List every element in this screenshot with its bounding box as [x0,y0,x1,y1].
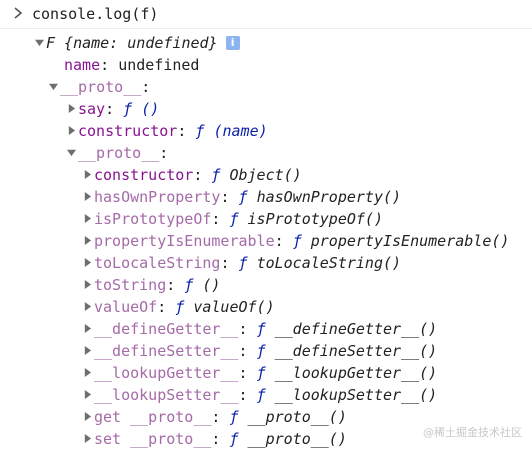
function-glyph: ƒ [175,298,185,316]
inner-proto-item-key: valueOf [94,298,158,316]
inner-proto-item-key: __lookupSetter__ [94,386,239,404]
inner-proto-item-key: __lookupGetter__ [94,364,239,382]
inner-proto-item-row[interactable]: __defineSetter__: ƒ __defineSetter__() [82,340,437,362]
inner-proto-item-row[interactable]: toString: ƒ () [82,274,220,296]
triangle-right-icon[interactable] [82,340,94,362]
inner-proto-item-row[interactable]: isPrototypeOf: ƒ isPrototypeOf() [82,208,383,230]
inner-proto-item-key: constructor [94,166,194,184]
triangle-down-icon[interactable] [66,142,78,164]
inner-proto-item-key: __defineSetter__ [94,342,239,360]
inner-proto-item-key: toString [94,276,167,294]
inner-proto-item-row[interactable]: __lookupSetter__: ƒ __lookupSetter__() [82,384,437,406]
inner-proto-item-row[interactable]: __defineGetter__: ƒ __defineGetter__() [82,318,437,340]
inner-proto-item-key: propertyIsEnumerable [94,232,275,250]
triangle-right-icon[interactable] [82,384,94,406]
proto-item-row[interactable]: say: ƒ () [66,98,159,120]
inner-proto-item-key: hasOwnProperty [94,188,221,206]
info-icon[interactable]: i [225,35,240,50]
inner-proto-item-value: toLocaleString() [256,254,402,272]
inner-proto-item-row[interactable]: constructor: ƒ Object() [82,164,302,186]
inner-proto-item-value: Object() [229,166,302,184]
triangle-down-icon[interactable] [48,76,60,98]
inner-proto-item-value: hasOwnProperty() [256,188,402,206]
inner-proto-item-value: __lookupGetter__() [274,364,438,382]
triangle-right-icon[interactable] [66,120,78,142]
inner-proto-row[interactable]: __proto__: [66,142,168,164]
inner-proto-item-row[interactable]: valueOf: ƒ valueOf() [82,296,275,318]
triangle-down-icon[interactable] [34,32,46,54]
inner-proto-item-value: __lookupSetter__() [274,386,438,404]
property-row: name: undefined [64,56,200,74]
proto-item-key: constructor [78,122,178,140]
triangle-right-icon[interactable] [82,362,94,384]
inner-proto-item-value: __proto__() [247,430,347,448]
property-value: undefined [118,56,200,74]
function-glyph: ƒ [229,430,239,448]
function-glyph: ƒ [229,408,239,426]
triangle-right-icon[interactable] [82,186,94,208]
proto-row[interactable]: __proto__: [48,76,150,98]
inner-proto-item-key: isPrototypeOf [94,210,212,228]
triangle-right-icon[interactable] [82,318,94,340]
property-key: name [64,56,101,74]
inner-proto-item-value: __defineGetter__() [274,320,438,338]
object-summary-row[interactable]: F {name: undefined} i [34,32,240,54]
inner-proto-item-key: get __proto__ [94,408,212,426]
triangle-right-icon[interactable] [82,428,94,450]
console-command: console.log(f) [32,5,159,23]
triangle-right-icon[interactable] [82,296,94,318]
triangle-right-icon[interactable] [82,274,94,296]
triangle-right-icon[interactable] [66,98,78,120]
triangle-right-icon[interactable] [82,230,94,252]
chevron-right-icon [14,7,23,19]
inner-proto-item-value: () [202,276,221,294]
function-glyph: ƒ [256,342,266,360]
function-glyph: ƒ [256,386,266,404]
inner-proto-item-key: __defineGetter__ [94,320,239,338]
proto-item-row[interactable]: constructor: ƒ (name) [66,120,268,142]
watermark: @稀土掘金技术社区 [423,426,522,439]
inner-proto-item-value: propertyIsEnumerable() [310,232,510,250]
inner-proto-item-row[interactable]: get __proto__: ƒ __proto__() [82,406,347,428]
function-glyph: ƒ [256,320,266,338]
function-glyph: ƒ [229,210,239,228]
inner-proto-item-row[interactable]: hasOwnProperty: ƒ hasOwnProperty() [82,186,401,208]
triangle-right-icon[interactable] [82,164,94,186]
proto-item-key: say [78,100,106,118]
triangle-right-icon[interactable] [82,252,94,274]
inner-proto-item-key: set __proto__ [94,430,212,448]
inner-proto-item-value: valueOf() [193,298,275,316]
inner-proto-item-value: __proto__() [247,408,347,426]
inner-proto-item-row[interactable]: __lookupGetter__: ƒ __lookupGetter__() [82,362,437,384]
function-glyph: ƒ [238,254,248,272]
proto-key: __proto__ [60,78,142,96]
inner-proto-item-value: __defineSetter__() [274,342,438,360]
function-glyph: ƒ [184,276,194,294]
function-glyph: ƒ [292,232,302,250]
function-glyph: ƒ [256,364,266,382]
inner-proto-item-row[interactable]: propertyIsEnumerable: ƒ propertyIsEnumer… [82,230,509,252]
inner-proto-item-row[interactable]: set __proto__: ƒ __proto__() [82,428,347,450]
proto-item-value: ƒ () [123,100,160,118]
triangle-right-icon[interactable] [82,208,94,230]
inner-proto-item-value: isPrototypeOf() [247,210,383,228]
inner-proto-key: __proto__ [78,144,160,162]
inner-proto-item-key: toLocaleString [94,254,221,272]
console-input-row: console.log(f) [0,0,532,29]
triangle-right-icon[interactable] [82,406,94,428]
inner-proto-item-row[interactable]: toLocaleString: ƒ toLocaleString() [82,252,401,274]
function-glyph: ƒ [238,188,248,206]
proto-item-value: ƒ (name) [195,122,268,140]
object-summary: F {name: undefined} [46,34,218,52]
